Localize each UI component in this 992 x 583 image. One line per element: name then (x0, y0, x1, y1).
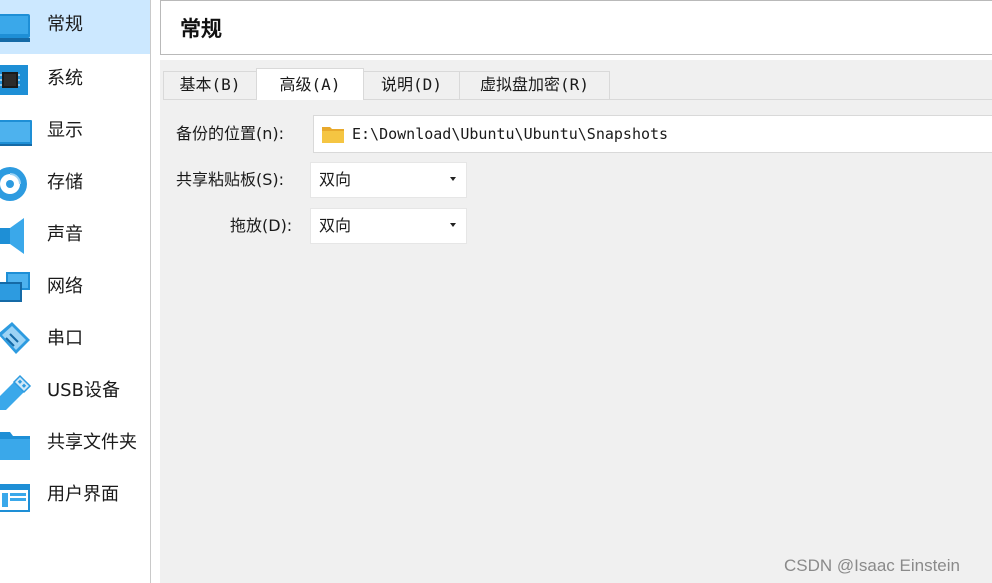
sidebar-item-user-interface[interactable]: 用户界面 (0, 470, 150, 522)
tab-basic[interactable]: 基本(B) (163, 71, 257, 99)
display-icon (0, 114, 32, 150)
folder-icon (0, 426, 32, 462)
sidebar-item-serial[interactable]: 串口 (0, 314, 150, 366)
sidebar-item-audio[interactable]: 声音 (0, 210, 150, 262)
chevron-down-icon (450, 177, 456, 181)
usb-icon (0, 374, 32, 410)
sidebar-item-label: 声音 (47, 224, 83, 245)
snapshot-folder-label: 备份的位置(n): (176, 124, 285, 143)
snapshot-folder-selector[interactable]: E:\Download\Ubuntu\Ubuntu\Snapshots (313, 115, 992, 153)
drag-drop-label: 拖放(D): (230, 216, 293, 235)
sidebar-item-label: 系统 (47, 68, 83, 89)
serial-cable-icon (0, 322, 32, 358)
window-icon (0, 478, 32, 514)
sidebar-item-display[interactable]: 显示 (0, 106, 150, 158)
sidebar-item-label: 串口 (47, 328, 83, 349)
speaker-icon (0, 218, 32, 254)
sidebar-item-label: USB设备 (47, 380, 120, 401)
drag-drop-select[interactable]: 双向 (310, 208, 467, 244)
network-icon (0, 270, 32, 306)
tab-bar: 基本(B) 高级(A) 说明(D) 虚拟盘加密(R) (163, 68, 992, 100)
folder-icon (322, 125, 344, 143)
sidebar-item-label: 共享文件夹 (47, 432, 137, 453)
sidebar-item-network[interactable]: 网络 (0, 262, 150, 314)
settings-sidebar: 常规 系统 显示 存储 声音 网络 串口 USB设备 共享文件夹 用户界面 (0, 0, 151, 583)
sidebar-item-label: 存储 (47, 172, 83, 193)
sidebar-item-storage[interactable]: 存储 (0, 158, 150, 210)
sidebar-item-usb[interactable]: USB设备 (0, 366, 150, 418)
shared-clipboard-value: 双向 (319, 170, 352, 189)
settings-content: 基本(B) 高级(A) 说明(D) 虚拟盘加密(R) 备份的位置(n): E:\… (160, 60, 992, 583)
sidebar-item-label: 网络 (47, 276, 83, 297)
chevron-down-icon (450, 223, 456, 227)
sidebar-item-general[interactable]: 常规 (0, 0, 150, 54)
chip-icon (0, 62, 32, 98)
settings-window: 常规 系统 显示 存储 声音 网络 串口 USB设备 共享文件夹 用户界面 常规… (0, 0, 992, 583)
tab-description[interactable]: 说明(D) (363, 71, 460, 99)
sidebar-item-label: 常规 (47, 14, 83, 35)
sidebar-item-system[interactable]: 系统 (0, 54, 150, 106)
shared-clipboard-label: 共享粘贴板(S): (176, 170, 285, 189)
tab-advanced[interactable]: 高级(A) (256, 68, 364, 100)
shared-clipboard-select[interactable]: 双向 (310, 162, 467, 198)
page-title: 常规 (180, 17, 222, 41)
page-header: 常规 (160, 0, 992, 55)
tab-disk-encryption[interactable]: 虚拟盘加密(R) (459, 71, 610, 99)
sidebar-item-label: 显示 (47, 120, 83, 141)
disk-icon (0, 166, 32, 202)
watermark: CSDN @Isaac Einstein (784, 556, 960, 575)
sidebar-item-label: 用户界面 (47, 484, 119, 505)
settings-main-panel: 常规 基本(B) 高级(A) 说明(D) 虚拟盘加密(R) 备份的位置(n): (152, 0, 992, 583)
monitor-icon (0, 8, 32, 44)
drag-drop-value: 双向 (319, 216, 352, 235)
sidebar-item-shared-folders[interactable]: 共享文件夹 (0, 418, 150, 470)
snapshot-folder-path: E:\Download\Ubuntu\Ubuntu\Snapshots (352, 125, 669, 143)
